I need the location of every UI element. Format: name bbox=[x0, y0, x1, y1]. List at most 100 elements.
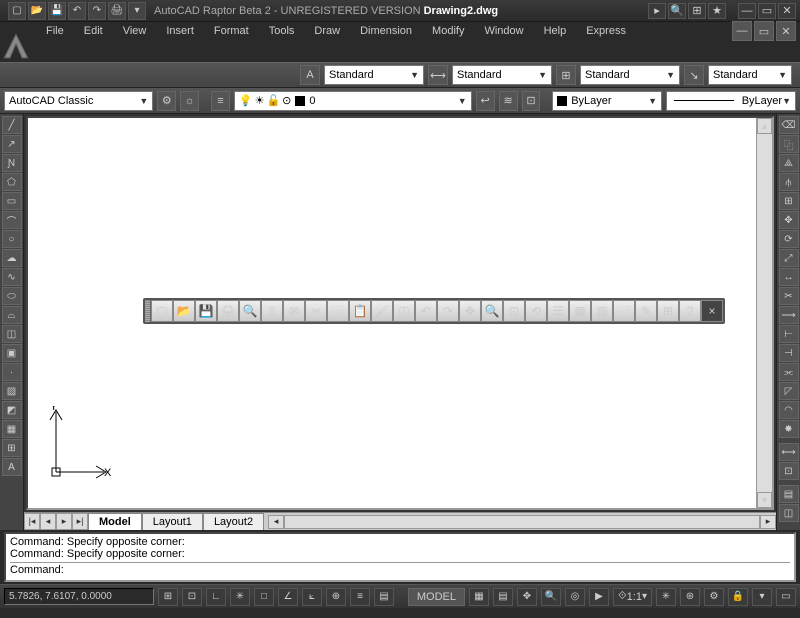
coordinates-display[interactable]: 5.7826, 7.6107, 0.0000 bbox=[4, 588, 154, 605]
tablestyle-dropdown[interactable]: Standard▼ bbox=[580, 65, 680, 85]
move-tool-icon[interactable]: ✥ bbox=[779, 211, 799, 229]
osnap-toggle-icon[interactable]: □ bbox=[254, 588, 274, 606]
qcalc-icon[interactable]: ⊞ bbox=[657, 300, 679, 322]
stretch-tool-icon[interactable]: ↔ bbox=[779, 268, 799, 286]
revcloud-tool-icon[interactable]: ☁ bbox=[2, 249, 22, 267]
table-tool-icon[interactable]: ⊞ bbox=[2, 439, 22, 457]
layer-state-icon[interactable]: ⊡ bbox=[522, 91, 541, 111]
hatch-tool-icon[interactable]: ▨ bbox=[2, 382, 22, 400]
dyn-toggle-icon[interactable]: ⊕ bbox=[326, 588, 346, 606]
doc-close-button[interactable]: ✕ bbox=[776, 21, 796, 41]
qv-drawings-icon[interactable]: ▤ bbox=[493, 588, 513, 606]
standard-toolbar[interactable]: ▢ 📂 💾 🖨 🔍 ⇪ ✉ ✂ ⿻ 📋 🖌 ◫ ↶ ↷ ✥ 🔍 ⊡ ⟲ ☰ ▦ bbox=[143, 298, 725, 324]
offset-tool-icon[interactable]: ⫛ bbox=[779, 173, 799, 191]
qat-dropdown-icon[interactable]: ▾ bbox=[128, 2, 146, 20]
blockedit-tool-icon[interactable]: ◫ bbox=[779, 504, 799, 522]
qat-plot-icon[interactable]: 🖨 bbox=[108, 2, 126, 20]
clean-screen-icon[interactable]: ▭ bbox=[776, 588, 796, 606]
erase-tool-icon[interactable]: ⌫ bbox=[779, 116, 799, 134]
ortho-toggle-icon[interactable]: ∟ bbox=[206, 588, 226, 606]
layer-dropdown[interactable]: 💡 ☀ 🔓 ⊙ 0 ▼ bbox=[234, 91, 472, 111]
explode-tool-icon[interactable]: ✸ bbox=[779, 420, 799, 438]
zoom-win-icon[interactable]: ⊡ bbox=[503, 300, 525, 322]
layer-match-icon[interactable]: ≋ bbox=[499, 91, 518, 111]
menu-file[interactable]: File bbox=[36, 23, 74, 39]
infocenter-key-icon[interactable]: 🔍 bbox=[668, 3, 686, 19]
layer-props-icon[interactable]: ≡ bbox=[211, 91, 230, 111]
drawing-canvas[interactable]: ▢ 📂 💾 🖨 🔍 ⇪ ✉ ✂ ⿻ 📋 🖌 ◫ ↶ ↷ ✥ 🔍 ⊡ ⟲ ☰ ▦ bbox=[26, 116, 774, 510]
textstyle-dropdown[interactable]: Standard▼ bbox=[324, 65, 424, 85]
properties-icon[interactable]: ☰ bbox=[547, 300, 569, 322]
xline-tool-icon[interactable]: ↗ bbox=[2, 135, 22, 153]
new-icon[interactable]: ▢ bbox=[151, 300, 173, 322]
plot-preview-icon[interactable]: 🔍 bbox=[239, 300, 261, 322]
qat-save-icon[interactable]: 💾 bbox=[48, 2, 66, 20]
help-icon[interactable]: ? bbox=[679, 300, 701, 322]
point-tool-icon[interactable]: · bbox=[2, 363, 22, 381]
paste-icon[interactable]: 📋 bbox=[349, 300, 371, 322]
zoom-rt-icon[interactable]: 🔍 bbox=[481, 300, 503, 322]
menu-dimension[interactable]: Dimension bbox=[350, 23, 422, 39]
insert-block-tool-icon[interactable]: ◫ bbox=[2, 325, 22, 343]
mleaderstyle-dropdown[interactable]: Standard▼ bbox=[708, 65, 792, 85]
rotate-tool-icon[interactable]: ⟳ bbox=[779, 230, 799, 248]
arc-tool-icon[interactable]: ⌒ bbox=[2, 211, 22, 229]
ducs-toggle-icon[interactable]: ⟀ bbox=[302, 588, 322, 606]
menu-help[interactable]: Help bbox=[534, 23, 577, 39]
showmotion-icon[interactable]: ▶ bbox=[589, 588, 609, 606]
workspace-settings-icon[interactable]: ⚙ bbox=[157, 91, 176, 111]
status-tray-icon[interactable]: ▾ bbox=[752, 588, 772, 606]
break-tool-icon[interactable]: ⊣ bbox=[779, 344, 799, 362]
toolbar-lock-icon[interactable]: 🔒 bbox=[728, 588, 748, 606]
qat-undo-icon[interactable]: ↶ bbox=[68, 2, 86, 20]
menu-express[interactable]: Express bbox=[576, 23, 636, 39]
tab-layout1[interactable]: Layout1 bbox=[142, 513, 203, 530]
menu-modify[interactable]: Modify bbox=[422, 23, 474, 39]
break-at-tool-icon[interactable]: ⊢ bbox=[779, 325, 799, 343]
annotation-scale-dropdown[interactable]: ⟐ 1:1▾ bbox=[613, 588, 652, 606]
toolbar-close-icon[interactable]: × bbox=[701, 300, 723, 322]
design-center-icon[interactable]: ▦ bbox=[569, 300, 591, 322]
qat-open-icon[interactable]: 📂 bbox=[28, 2, 46, 20]
spline-tool-icon[interactable]: ∿ bbox=[2, 268, 22, 286]
plot-icon[interactable]: 🖨 bbox=[217, 300, 239, 322]
sheetset-icon[interactable]: ⿸ bbox=[613, 300, 635, 322]
polygon-tool-icon[interactable]: ⬠ bbox=[2, 173, 22, 191]
hscroll-right-icon[interactable]: ▸ bbox=[760, 515, 776, 529]
qp-toggle-icon[interactable]: ▤ bbox=[374, 588, 394, 606]
command-prompt[interactable]: Command: bbox=[10, 562, 790, 576]
draworder-tool-icon[interactable]: ▤ bbox=[779, 485, 799, 503]
tab-next-icon[interactable]: ▸ bbox=[56, 513, 72, 530]
tab-last-icon[interactable]: ▸| bbox=[72, 513, 88, 530]
join-tool-icon[interactable]: ⫘ bbox=[779, 363, 799, 381]
fillet-tool-icon[interactable]: ◠ bbox=[779, 401, 799, 419]
menu-insert[interactable]: Insert bbox=[156, 23, 204, 39]
trim-tool-icon[interactable]: ✂ bbox=[779, 287, 799, 305]
qv-layouts-icon[interactable]: ▦ bbox=[469, 588, 489, 606]
workspace-dropdown[interactable]: AutoCAD Classic▼ bbox=[4, 91, 153, 111]
tool-palettes-icon[interactable]: ▥ bbox=[591, 300, 613, 322]
menu-format[interactable]: Format bbox=[204, 23, 259, 39]
close-button[interactable]: ✕ bbox=[778, 3, 796, 19]
redo-icon[interactable]: ↷ bbox=[437, 300, 459, 322]
chamfer-tool-icon[interactable]: ◸ bbox=[779, 382, 799, 400]
pan-icon[interactable]: ✥ bbox=[459, 300, 481, 322]
3ddwf-icon[interactable]: ✉ bbox=[283, 300, 305, 322]
workspace-save-icon[interactable]: ☼ bbox=[180, 91, 199, 111]
matchprop-icon[interactable]: 🖌 bbox=[371, 300, 393, 322]
tablestyle-icon[interactable]: ⊞ bbox=[556, 65, 576, 85]
make-block-tool-icon[interactable]: ▣ bbox=[2, 344, 22, 362]
gradient-tool-icon[interactable]: ◩ bbox=[2, 401, 22, 419]
command-window[interactable]: Command: Specify opposite corner: Comman… bbox=[4, 532, 796, 582]
cut-icon[interactable]: ✂ bbox=[305, 300, 327, 322]
copy-icon[interactable]: ⿻ bbox=[327, 300, 349, 322]
zoom-status-icon[interactable]: 🔍 bbox=[541, 588, 561, 606]
publish-icon[interactable]: ⇪ bbox=[261, 300, 283, 322]
open-icon[interactable]: 📂 bbox=[173, 300, 195, 322]
qat-redo-icon[interactable]: ↷ bbox=[88, 2, 106, 20]
qat-new-icon[interactable]: ▢ bbox=[8, 2, 26, 20]
mirror-tool-icon[interactable]: ⟁ bbox=[779, 154, 799, 172]
annotation-auto-icon[interactable]: ⊛ bbox=[680, 588, 700, 606]
menu-tools[interactable]: Tools bbox=[259, 23, 305, 39]
annotation-vis-icon[interactable]: ✳ bbox=[656, 588, 676, 606]
